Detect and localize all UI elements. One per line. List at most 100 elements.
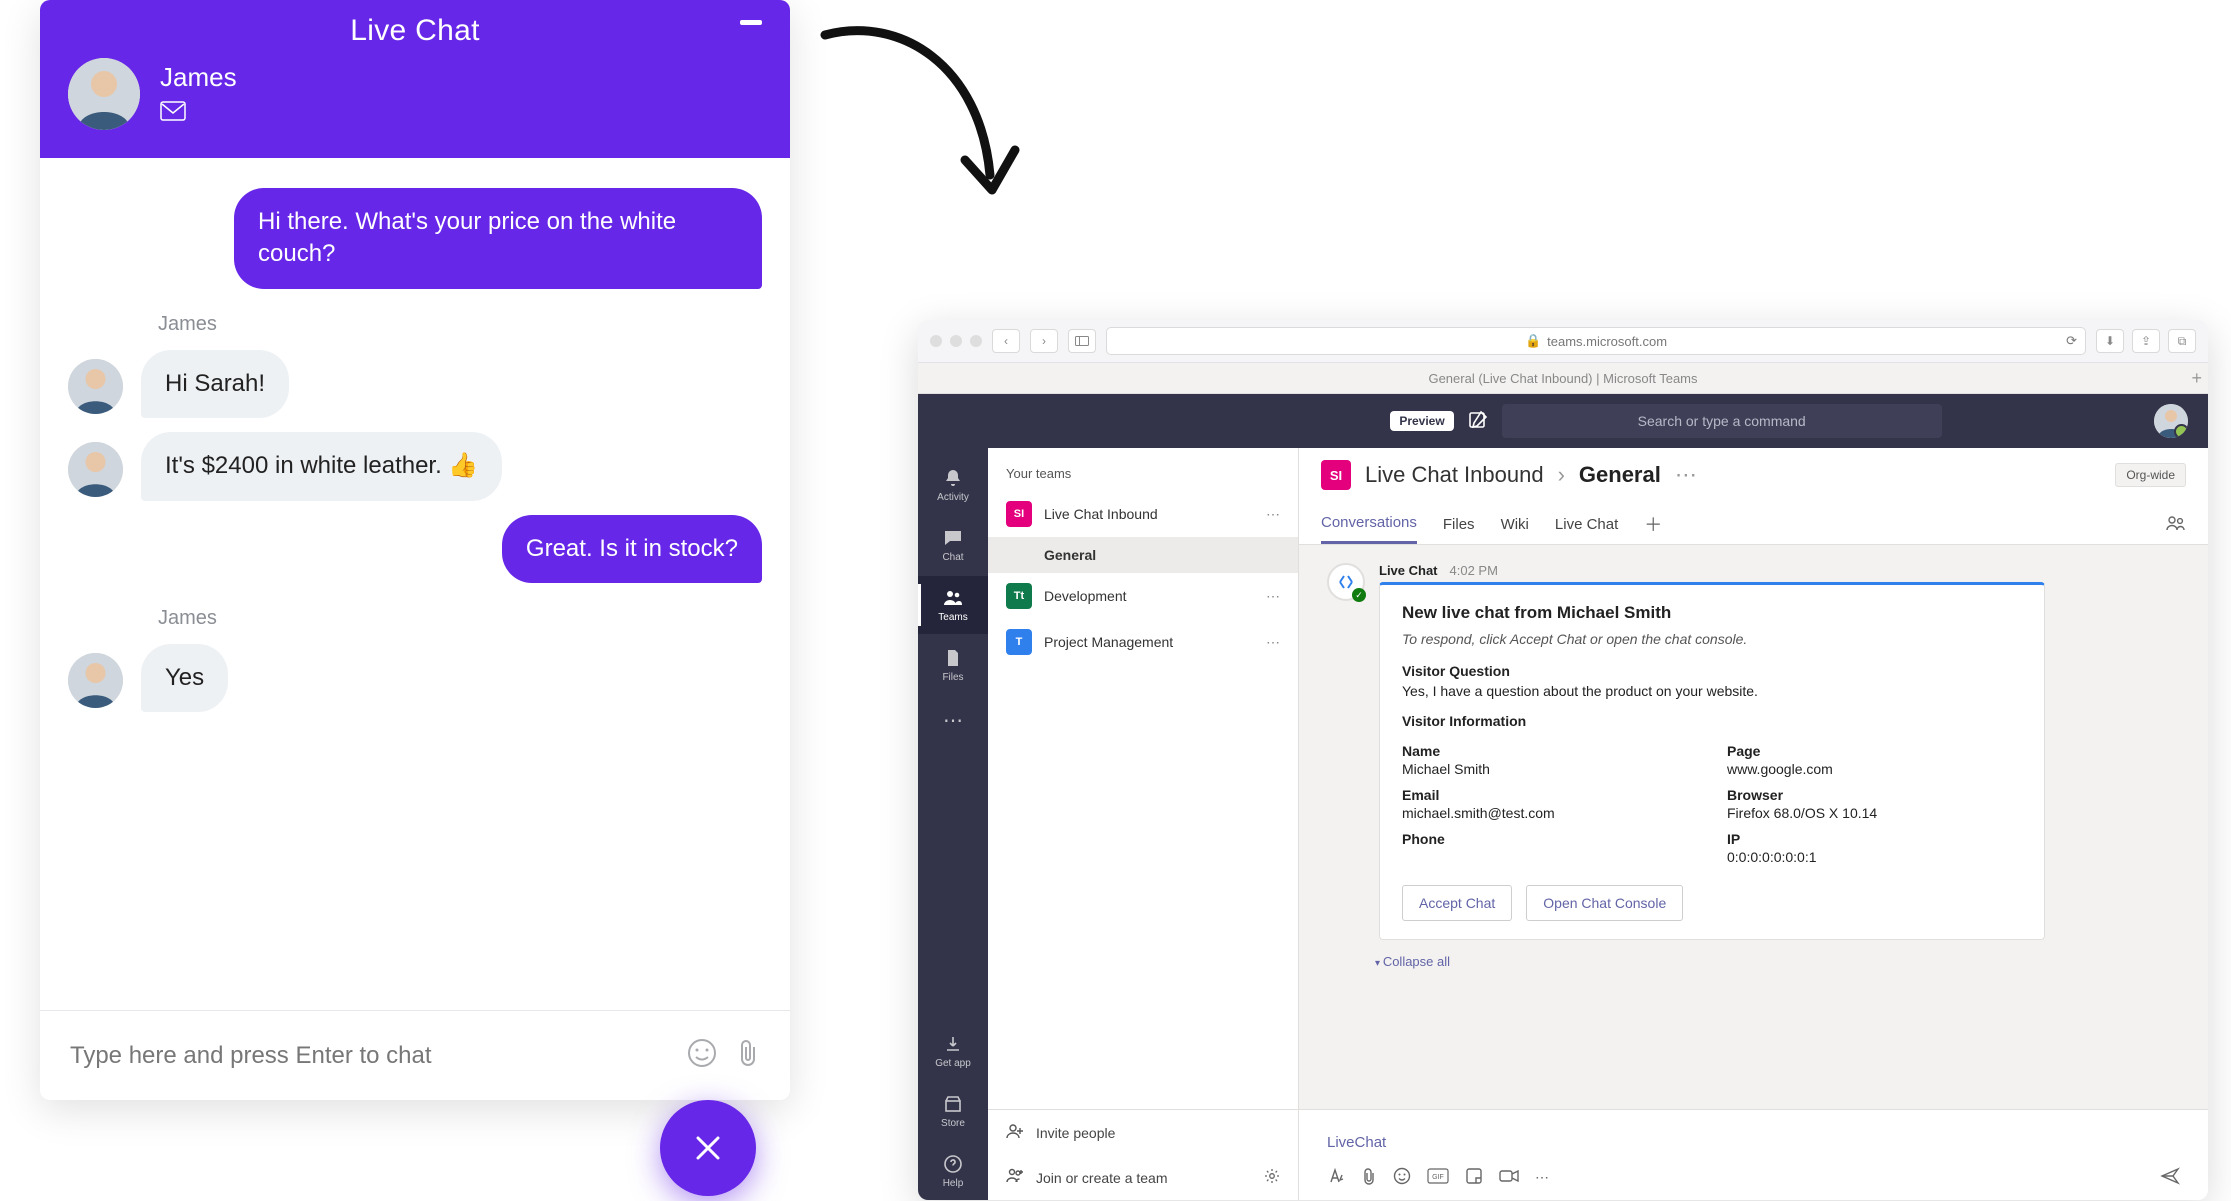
lock-icon: 🔒 [1525, 333, 1541, 349]
label-phone: Phone [1402, 831, 1697, 847]
team-icon: T [1006, 629, 1032, 655]
tab-wiki[interactable]: Wiki [1501, 506, 1529, 543]
open-console-button[interactable]: Open Chat Console [1526, 885, 1683, 921]
breadcrumb-team[interactable]: Live Chat Inbound [1365, 462, 1544, 488]
breadcrumb-channel[interactable]: General [1579, 462, 1661, 488]
mail-icon[interactable] [160, 101, 237, 126]
tabs-icon[interactable]: ⧉ [2168, 329, 2196, 353]
team-icon: SI [1006, 501, 1032, 527]
invite-people[interactable]: Invite people [988, 1110, 1298, 1155]
window-controls[interactable] [930, 335, 982, 347]
channel-general[interactable]: General [988, 537, 1298, 573]
rail-help[interactable]: Help [918, 1142, 988, 1200]
minimize-button[interactable] [740, 20, 762, 25]
download-icon[interactable]: ⬇ [2096, 329, 2124, 353]
incoming-group: It's $2400 in white leather. 👍 [68, 432, 762, 500]
tab-livechat[interactable]: Live Chat [1555, 506, 1618, 543]
chat-input-actions [686, 1037, 762, 1074]
forward-button[interactable]: › [1030, 329, 1058, 353]
agent-avatar [68, 58, 140, 130]
back-button[interactable]: ‹ [992, 329, 1020, 353]
rail-files[interactable]: Files [918, 636, 988, 694]
add-tab-button[interactable]: ＋ [1644, 511, 1662, 537]
attachment-icon[interactable] [734, 1037, 762, 1074]
min-dot[interactable] [950, 335, 962, 347]
chat-input[interactable] [68, 1041, 666, 1071]
close-chat-fab[interactable] [660, 1100, 756, 1196]
org-wide-badge: Org-wide [2115, 463, 2186, 487]
sidebar-button[interactable] [1068, 329, 1096, 353]
emoji-icon[interactable] [1393, 1167, 1411, 1188]
person-icon [68, 58, 140, 130]
list-footer: Invite people Join or create a team [988, 1109, 1298, 1200]
rail-label: Help [943, 1178, 964, 1189]
agent-name: James [160, 62, 237, 93]
attach-icon[interactable] [1361, 1167, 1377, 1188]
team-more-icon[interactable]: ⋯ [1266, 634, 1280, 651]
rail-chat[interactable]: Chat [918, 516, 988, 574]
team-row-development[interactable]: Tt Development ⋯ [988, 573, 1298, 619]
presence-indicator [2174, 424, 2188, 438]
composer: LiveChat GIF ⋯ [1299, 1109, 2208, 1200]
send-icon[interactable] [2160, 1167, 2180, 1188]
composer-toolbar: GIF ⋯ [1327, 1167, 2180, 1188]
format-icon[interactable] [1327, 1168, 1345, 1187]
team-more-icon[interactable]: ⋯ [1266, 588, 1280, 605]
chevron-right-icon: › [1558, 462, 1565, 488]
new-tab-button[interactable]: + [2191, 368, 2202, 389]
team-icon-big: SI [1321, 460, 1351, 490]
max-dot[interactable] [970, 335, 982, 347]
rail-label: Chat [942, 552, 963, 563]
more-icon[interactable]: ⋯ [1675, 462, 1697, 488]
teams-window: ‹ › 🔒 teams.microsoft.com ⟳ ⬇ ⇪ ⧉ Genera… [918, 320, 2208, 1200]
search-input[interactable]: Search or type a command [1502, 404, 1942, 438]
gif-icon[interactable]: GIF [1427, 1168, 1449, 1187]
visitor-info-heading: Visitor Information [1402, 713, 2022, 729]
compose-icon[interactable] [1468, 410, 1488, 433]
tab-conversations[interactable]: Conversations [1321, 504, 1417, 544]
tab-files[interactable]: Files [1443, 506, 1475, 543]
emoji-icon[interactable] [686, 1037, 718, 1074]
label-page: Page [1727, 743, 2022, 759]
reply-field[interactable]: LiveChat [1327, 1122, 2180, 1167]
meet-icon[interactable] [1499, 1169, 1519, 1186]
teams-icon [943, 588, 963, 608]
members-icon[interactable] [2166, 515, 2186, 534]
rail-teams[interactable]: Teams [918, 576, 988, 634]
browser-tab-title[interactable]: General (Live Chat Inbound) | Microsoft … [1428, 371, 1697, 386]
collapse-all[interactable]: Collapse all [1375, 954, 2180, 969]
invite-label: Invite people [1036, 1125, 1115, 1141]
address-bar[interactable]: 🔒 teams.microsoft.com ⟳ [1106, 327, 2086, 355]
sticker-icon[interactable] [1465, 1167, 1483, 1188]
share-icon[interactable]: ⇪ [2132, 329, 2160, 353]
close-dot[interactable] [930, 335, 942, 347]
rail-getapp[interactable]: Get app [918, 1022, 988, 1080]
message-incoming: It's $2400 in white leather. 👍 [141, 432, 502, 500]
list-header: Your teams [988, 448, 1298, 491]
connector-icon: ✓ [1327, 563, 1365, 601]
reload-icon[interactable]: ⟳ [2066, 333, 2077, 349]
gear-icon[interactable] [1264, 1168, 1280, 1187]
svg-text:GIF: GIF [1432, 1174, 1444, 1181]
sender-label: James [158, 313, 762, 336]
breadcrumb: SI Live Chat Inbound › General ⋯ Org-wid… [1321, 460, 2186, 490]
team-more-icon[interactable]: ⋯ [1266, 506, 1280, 523]
more-icon[interactable]: ⋯ [1535, 1169, 1549, 1186]
team-row-project[interactable]: T Project Management ⋯ [988, 619, 1298, 665]
rail-more[interactable]: ⋯ [943, 696, 963, 745]
join-create-team[interactable]: Join or create a team [988, 1155, 1298, 1200]
team-row-livechat[interactable]: SI Live Chat Inbound ⋯ [988, 491, 1298, 537]
search-placeholder: Search or type a command [1638, 413, 1806, 429]
download-icon [943, 1034, 963, 1054]
message-thread[interactable]: ✓ Live Chat 4:02 PM New live chat from M… [1299, 545, 2208, 1109]
rail-store[interactable]: Store [918, 1082, 988, 1140]
message-incoming: Hi Sarah! [141, 350, 289, 418]
rail-activity[interactable]: Activity [918, 456, 988, 514]
browser-actions: ⬇ ⇪ ⧉ [2096, 329, 2196, 353]
chat-icon [943, 528, 963, 548]
label-browser: Browser [1727, 787, 2022, 803]
rail-label: Store [941, 1118, 965, 1129]
profile-avatar[interactable] [2154, 404, 2188, 438]
accept-chat-button[interactable]: Accept Chat [1402, 885, 1512, 921]
teams-top-bar: Preview Search or type a command [918, 394, 2208, 448]
